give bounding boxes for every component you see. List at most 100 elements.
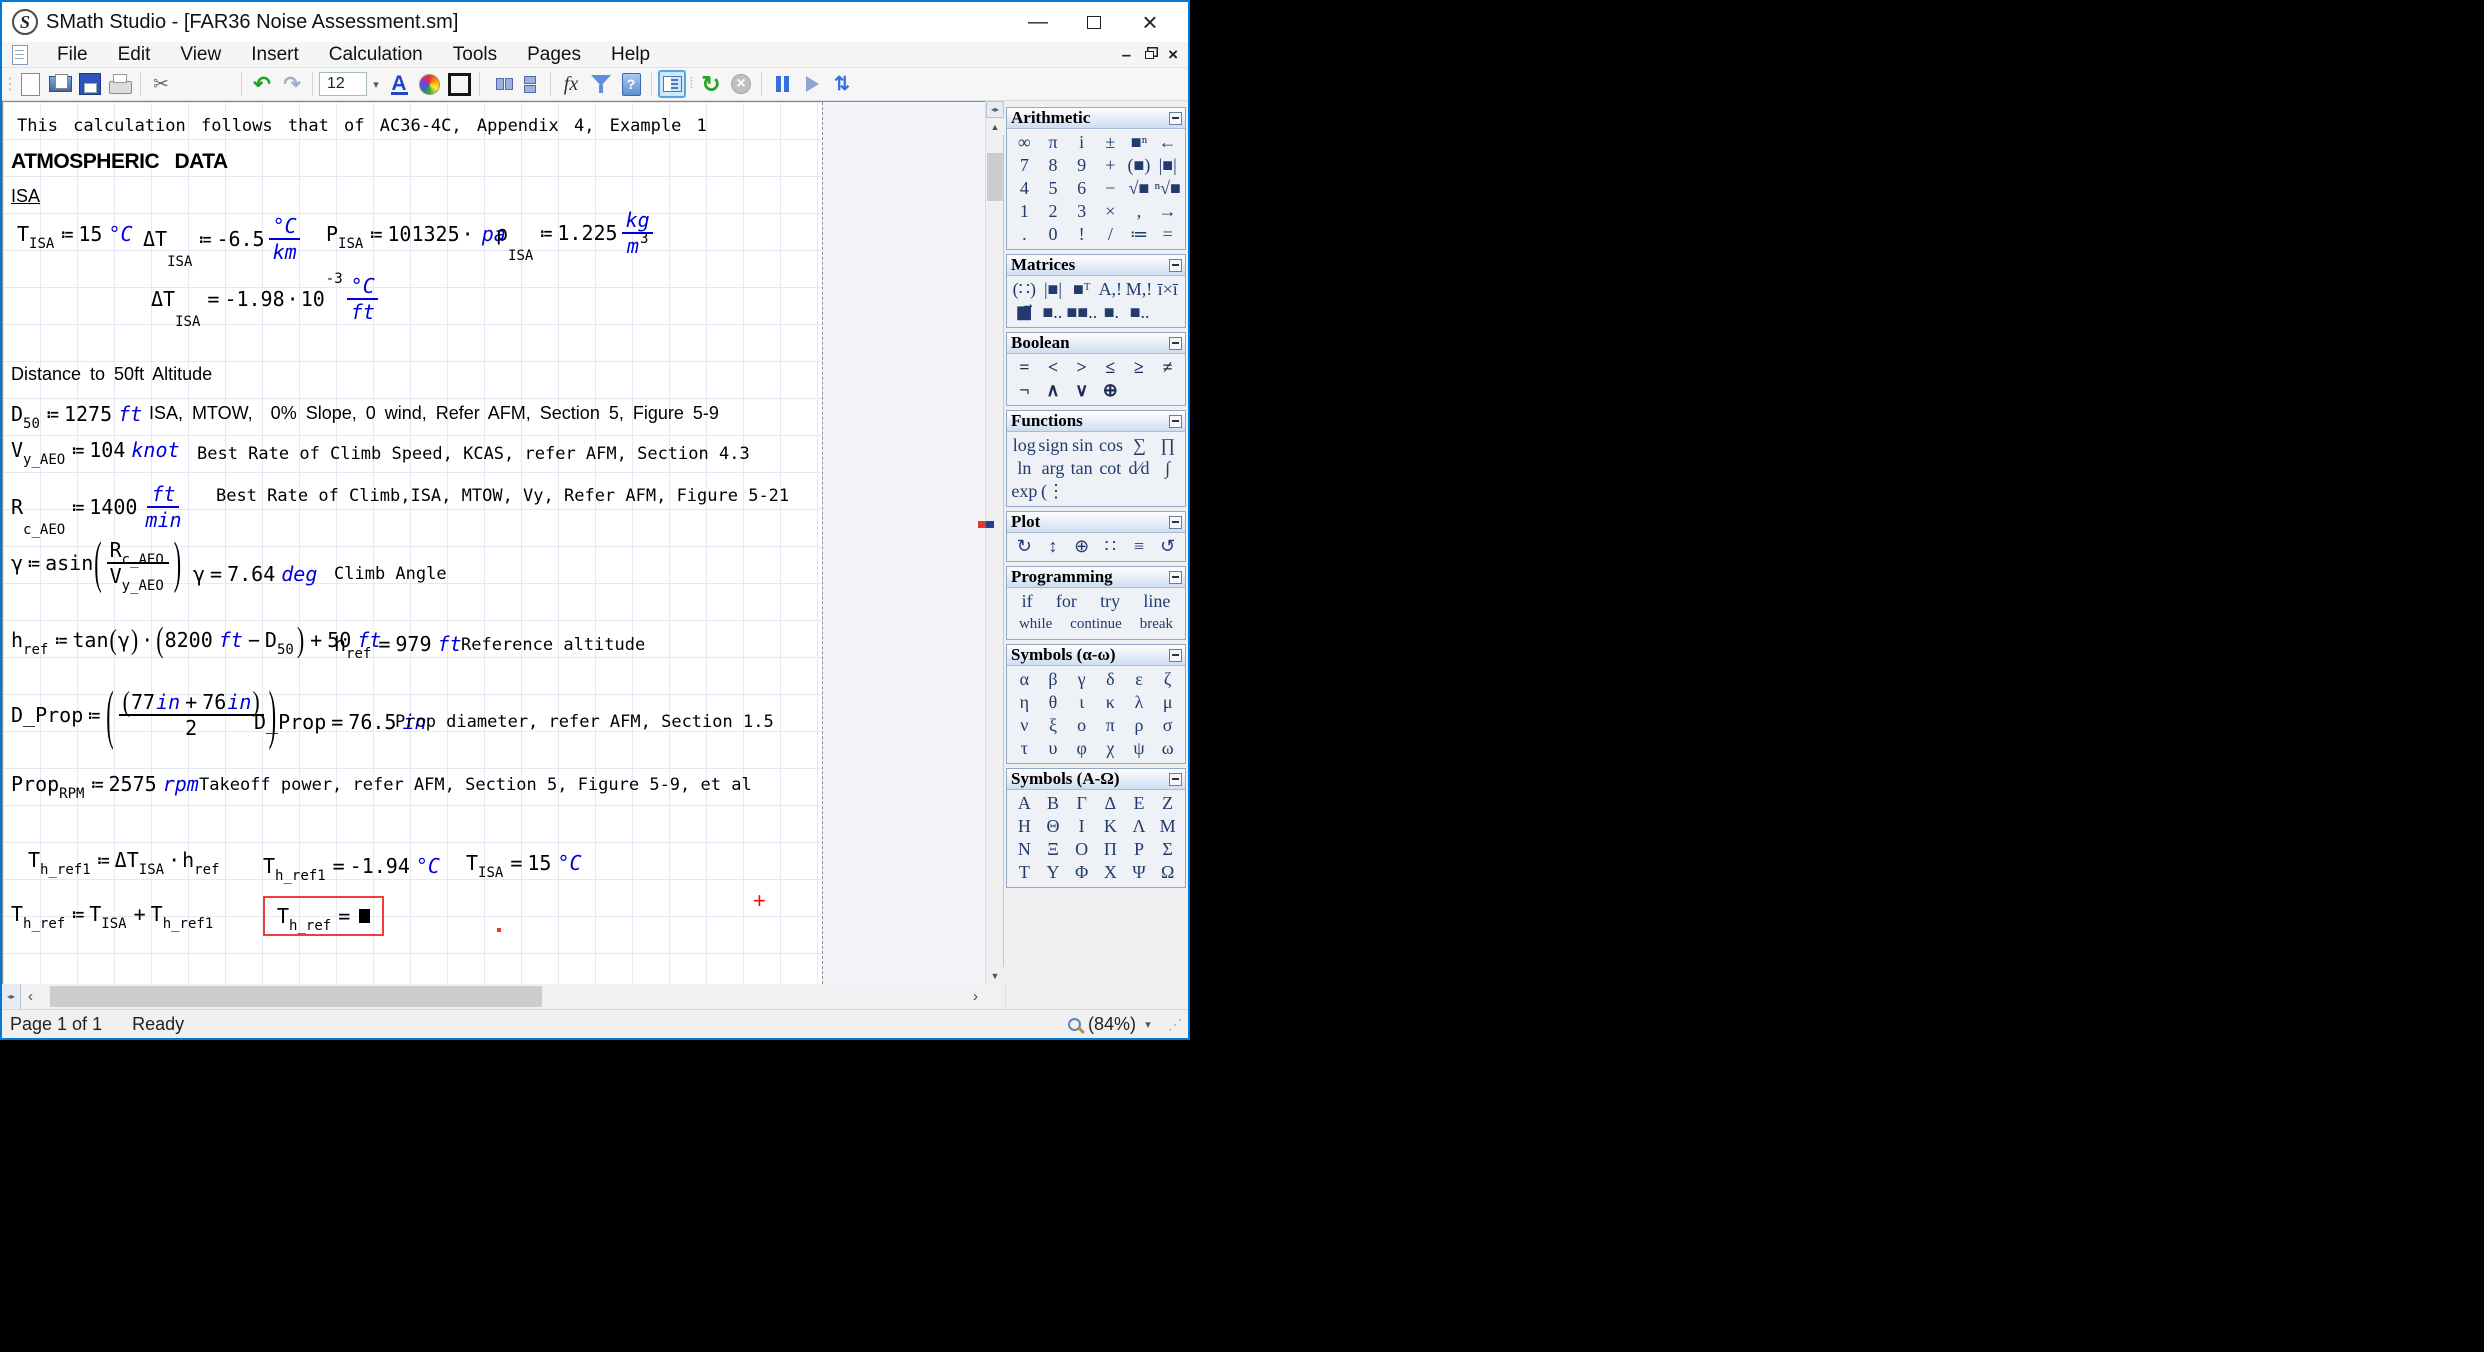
palette-button-2[interactable]: 2 xyxy=(1039,200,1068,223)
side-panel-toggle[interactable] xyxy=(658,70,686,98)
palette-button-_[interactable]: ↕ xyxy=(1039,535,1068,558)
save-button[interactable] xyxy=(76,70,104,98)
palette-button-cot[interactable]: cot xyxy=(1096,457,1125,480)
palette-button-_[interactable]: Ξ xyxy=(1039,838,1068,861)
zoom-dropdown-arrow[interactable]: ▾ xyxy=(1141,1018,1155,1031)
palette-button-_[interactable]: → xyxy=(1153,200,1182,223)
palette-button-_[interactable]: Κ xyxy=(1096,815,1125,838)
menu-pages[interactable]: Pages xyxy=(512,42,596,67)
collapse-icon[interactable] xyxy=(1169,516,1182,529)
palette-button-_[interactable]: ∫ xyxy=(1153,457,1182,480)
eq-gamma-result[interactable]: γ=7.64deg xyxy=(193,562,317,586)
filter-button[interactable] xyxy=(587,70,615,98)
annotation-climb-angle[interactable]: Climb Angle xyxy=(334,564,447,584)
palette-button-_[interactable]: √■ xyxy=(1125,177,1154,200)
eq-dt-isa-def[interactable]: ΔTISA≔-6.5°Ckm xyxy=(143,214,304,264)
scroll-up-arrow[interactable]: ▲ xyxy=(986,118,1004,135)
palette-button-break[interactable]: break xyxy=(1140,613,1173,636)
paste-button[interactable] xyxy=(207,70,235,98)
vertical-scrollbar[interactable]: ◂▸ ▲ ▼ xyxy=(985,101,1003,984)
eq-p-isa-def[interactable]: PISA≔101325·pa xyxy=(326,222,506,246)
palette-button-_[interactable]: |■| xyxy=(1039,278,1068,301)
palette-button-_[interactable]: Ι xyxy=(1067,815,1096,838)
palette-button-_[interactable]: Ν xyxy=(1010,838,1039,861)
horizontal-scrollbar[interactable]: ◂▸ ‹ › xyxy=(2,984,1005,1009)
collapse-icon[interactable] xyxy=(1169,649,1182,662)
font-size-select[interactable]: 12 xyxy=(319,72,367,96)
annotation-prop-rpm[interactable]: Takeoff power, refer AFM, Section 5, Fig… xyxy=(199,775,752,795)
palette-button-_[interactable]: = xyxy=(1010,356,1039,379)
zoom-level[interactable]: (84%) xyxy=(1088,1014,1136,1035)
palette-button-_[interactable]: ! xyxy=(1067,223,1096,246)
palette-button-5[interactable]: 5 xyxy=(1039,177,1068,200)
palette-button-_[interactable]: Λ xyxy=(1125,815,1154,838)
stop-button[interactable] xyxy=(727,70,755,98)
collapse-icon[interactable] xyxy=(1169,571,1182,584)
palette-button-_[interactable]: ι xyxy=(1067,691,1096,714)
h-splitter-button[interactable]: ◂▸ xyxy=(2,984,21,1009)
palette-button-_[interactable]: Ο xyxy=(1067,838,1096,861)
menu-help[interactable]: Help xyxy=(596,42,665,67)
palette-button-_[interactable]: α xyxy=(1010,668,1039,691)
palette-button-_[interactable]: < xyxy=(1039,356,1068,379)
menu-view[interactable]: View xyxy=(165,42,236,67)
worksheet-canvas[interactable]: This calculation follows that of AC36-4C… xyxy=(2,101,985,984)
splitter-button[interactable]: ◂▸ xyxy=(986,101,1004,118)
palette-button-1[interactable]: 1 xyxy=(1010,200,1039,223)
palette-button-_[interactable]: ■ⁿ xyxy=(1125,131,1154,154)
palette-button-_[interactable]: ■⃗ xyxy=(1010,301,1038,324)
palette-button-_[interactable]: σ xyxy=(1153,714,1182,737)
palette-button-_[interactable]: ■ᵀ xyxy=(1067,278,1096,301)
annotation-rc[interactable]: Best Rate of Climb,ISA, MTOW, Vy, Refer … xyxy=(216,486,789,506)
border-button[interactable] xyxy=(445,70,473,98)
palette-button-_[interactable]: ≡ xyxy=(1125,535,1154,558)
palette-button-_[interactable]: ∞ xyxy=(1010,131,1039,154)
palette-button-sin[interactable]: sin xyxy=(1068,434,1096,457)
palette-button-_[interactable]: ■■.. xyxy=(1067,301,1098,324)
palette-button-_[interactable]: κ xyxy=(1096,691,1125,714)
eq-t-isa-def[interactable]: TISA≔15°C xyxy=(17,222,133,246)
palette-button-sign[interactable]: sign xyxy=(1038,434,1068,457)
palette-button-_[interactable]: Τ xyxy=(1010,861,1039,884)
palette-button-6[interactable]: 6 xyxy=(1067,177,1096,200)
horizontal-scroll-thumb[interactable] xyxy=(50,986,542,1007)
palette-button-_[interactable]: Α xyxy=(1010,792,1039,815)
eq-thref-def[interactable]: Th_ref≔TISA+Th_ref1 xyxy=(11,902,215,926)
palette-button-tan[interactable]: tan xyxy=(1067,457,1096,480)
palette-button-while[interactable]: while xyxy=(1019,613,1052,636)
annotation-dprop[interactable]: Prop diameter, refer AFM, Section 1.5 xyxy=(395,712,774,732)
palette-button-_[interactable]: (■) xyxy=(1125,154,1154,177)
palette-button-_[interactable]: ο xyxy=(1067,714,1096,737)
palette-button-_[interactable]: , xyxy=(1125,200,1154,223)
cut-button[interactable]: ✂ xyxy=(147,70,175,98)
scroll-right-arrow[interactable]: › xyxy=(966,984,985,1009)
palette-button-_[interactable]: λ xyxy=(1125,691,1154,714)
scroll-lock-button[interactable]: ⇅ xyxy=(828,70,856,98)
palette-button-_[interactable]: υ xyxy=(1039,737,1068,760)
palette-button-_[interactable]: μ xyxy=(1153,691,1182,714)
palette-button-_[interactable]: η xyxy=(1010,691,1039,714)
palette-button-_[interactable]: Ψ xyxy=(1125,861,1154,884)
close-button[interactable]: × xyxy=(1122,4,1178,40)
menu-tools[interactable]: Tools xyxy=(438,42,512,67)
palette-button-_[interactable]: ⁿ√■ xyxy=(1153,177,1182,200)
font-color-button[interactable]: A xyxy=(385,70,413,98)
collapse-icon[interactable] xyxy=(1169,773,1182,786)
palette-button-_[interactable]: φ xyxy=(1067,737,1096,760)
eq-d50-def[interactable]: D50≔1275ft xyxy=(11,402,142,426)
palette-button-log[interactable]: log xyxy=(1010,434,1038,457)
eq-threft1-def[interactable]: Th_ref1≔ΔTISA·href xyxy=(28,848,221,872)
palette-button-arg[interactable]: arg xyxy=(1039,457,1068,480)
menu-file[interactable]: File xyxy=(42,42,103,67)
menu-edit[interactable]: Edit xyxy=(103,42,166,67)
open-button[interactable] xyxy=(46,70,74,98)
annotation-d50[interactable]: ISA, MTOW, 0% Slope, 0 wind, Refer AFM, … xyxy=(149,403,719,424)
eq-thref-active[interactable]: Th_ref= xyxy=(263,896,384,936)
eq-threft1-result[interactable]: Th_ref1=-1.94°C xyxy=(263,854,440,878)
palette-button-_[interactable]: |■| xyxy=(1153,154,1182,177)
collapse-icon[interactable] xyxy=(1169,337,1182,350)
collapse-icon[interactable] xyxy=(1169,259,1182,272)
palette-button-_[interactable]: ∑ xyxy=(1125,434,1153,457)
mdi-restore-button[interactable] xyxy=(1145,45,1154,65)
palette-button-_[interactable]: ≔ xyxy=(1125,223,1154,246)
